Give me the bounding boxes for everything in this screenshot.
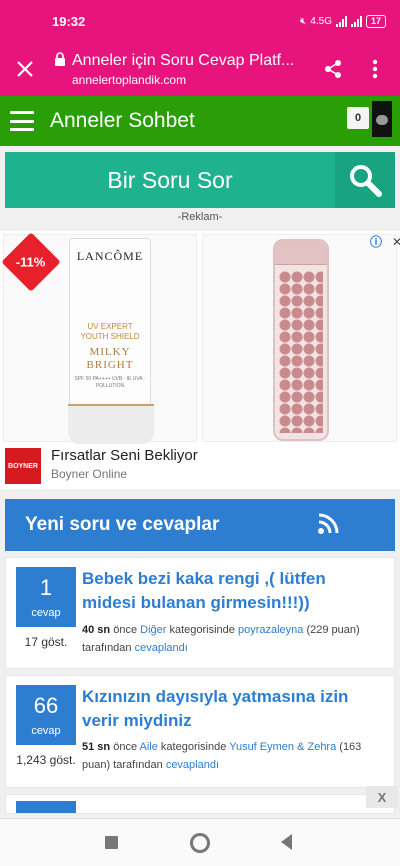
ad-close-button[interactable]: X <box>366 786 398 808</box>
custom-tab-toolbar: Anneler için Soru Cevap Platf... anneler… <box>0 42 400 96</box>
product-spec: SPF 50 PA++++ UVB · IE UVA · POLLUTION <box>74 376 146 389</box>
answer-count: 66 <box>33 693 59 718</box>
rss-icon[interactable] <box>317 513 339 535</box>
url-box[interactable]: Anneler için Soru Cevap Platf... anneler… <box>54 51 308 87</box>
user-link[interactable]: Yusuf Eymen & Zehra <box>229 741 336 753</box>
product-brand: LANCÔME <box>76 249 144 263</box>
lock-icon <box>54 51 66 71</box>
answered-link[interactable]: cevaplandı <box>166 759 219 771</box>
discount-badge: -11% <box>1 232 61 292</box>
status-time: 19:32 <box>52 13 86 29</box>
ad-source: Boyner Online <box>51 467 128 481</box>
question-card[interactable]: 1 cevap 17 göst. Bebek bezi kaka rengi ,… <box>5 557 395 669</box>
answer-label: cevap <box>31 725 61 737</box>
network-label: 4.5G <box>310 15 332 27</box>
ad-close-icon[interactable]: ✕ <box>392 235 400 249</box>
ad-product-image-2[interactable] <box>202 234 397 442</box>
menu-icon[interactable] <box>10 111 34 131</box>
site-brand[interactable]: Anneler Sohbet <box>50 109 195 133</box>
answer-count: 1 <box>39 575 53 600</box>
ad-product-image-1[interactable]: LANCÔME UV EXPERT YOUTH SHIELD MILKY BRIGH… <box>1 232 197 444</box>
category-link[interactable]: Aile <box>140 741 158 753</box>
ask-bar: Bir Soru Sor <box>5 152 395 208</box>
back-icon[interactable] <box>281 834 292 850</box>
user-link[interactable]: poyrazaleyna <box>238 624 303 636</box>
recent-apps-icon[interactable] <box>105 836 118 849</box>
adchoices-icon[interactable]: ⓘ ✕ <box>370 233 400 250</box>
advertiser-logo: BOYNER <box>5 448 41 484</box>
status-bar: 19:32 🔇︎ 4.5G 17 <box>0 0 400 42</box>
answer-count-box[interactable]: 66 cevap <box>16 685 76 745</box>
ad-label: -Reklam- <box>177 211 223 223</box>
avatar[interactable] <box>372 101 392 137</box>
view-count: 1,243 göst. <box>16 753 76 767</box>
view-count: 17 göst. <box>24 635 68 649</box>
site-header: Anneler Sohbet 0 <box>0 96 400 146</box>
question-title[interactable]: Bebek bezi kaka rengi ,( lütfen midesi b… <box>82 567 382 615</box>
system-nav-bar <box>0 818 400 866</box>
category-link[interactable]: Diğer <box>140 624 166 636</box>
more-vert-icon[interactable] <box>358 52 392 86</box>
tube-cap <box>68 404 154 444</box>
capsule-jar <box>273 239 329 441</box>
answer-label: cevap <box>31 607 61 619</box>
question-meta: 51 sn önce Aile kategorisinde Yusuf Eyme… <box>82 741 362 771</box>
signal-icon <box>335 15 347 27</box>
question-meta: 40 sn önce Diğer kategorisinde poyrazale… <box>82 624 360 654</box>
feed-heading-text: Yeni soru ve cevaplar <box>25 514 220 535</box>
ad-block[interactable]: LANCÔME UV EXPERT YOUTH SHIELD MILKY BRIGH… <box>0 231 400 489</box>
notification-count[interactable]: 0 <box>347 107 369 129</box>
status-icons: 🔇︎ 4.5G 17 <box>299 14 386 28</box>
search-button[interactable] <box>335 152 395 208</box>
answer-count-box[interactable] <box>16 801 76 813</box>
signal-icon-2 <box>350 15 362 27</box>
tab-domain: annelertoplandik.com <box>72 72 187 87</box>
ad-advertiser-row[interactable]: BOYNER Fırsatlar Seni Bekliyor Boyner On… <box>3 445 397 485</box>
question-title[interactable]: Kızınızın dayısıyla yatmasına izin verir… <box>82 685 382 733</box>
close-icon[interactable] <box>12 56 38 82</box>
tab-title-row: Anneler için Soru Cevap Platf... <box>54 51 308 71</box>
search-icon <box>350 165 382 197</box>
home-icon[interactable] <box>190 833 210 853</box>
ad-headline[interactable]: Fırsatlar Seni Bekliyor <box>51 447 198 464</box>
ask-question-button[interactable]: Bir Soru Sor <box>5 152 335 208</box>
feed-heading: Yeni soru ve cevaplar <box>5 499 395 551</box>
product-subline: UV EXPERT YOUTH SHIELD <box>80 322 140 341</box>
sunscreen-tube: LANCÔME UV EXPERT YOUTH SHIELD MILKY BRIGH… <box>68 238 154 444</box>
tab-title: Anneler için Soru Cevap Platf... <box>72 52 295 69</box>
answered-link[interactable]: cevaplandı <box>135 642 188 654</box>
question-card[interactable] <box>5 794 395 814</box>
product-name: MILKY BRIGHT <box>86 346 134 371</box>
battery-icon: 17 <box>365 14 386 28</box>
answer-count-box[interactable]: 1 cevap <box>16 567 76 627</box>
browser-top-bar: 19:32 🔇︎ 4.5G 17 Anneler için Soru Cevap… <box>0 0 400 96</box>
share-icon[interactable] <box>316 52 350 86</box>
question-card[interactable]: 66 cevap 1,243 göst. Kızınızın dayısıyla… <box>5 675 395 788</box>
mute-icon: 🔇︎ <box>299 15 307 27</box>
